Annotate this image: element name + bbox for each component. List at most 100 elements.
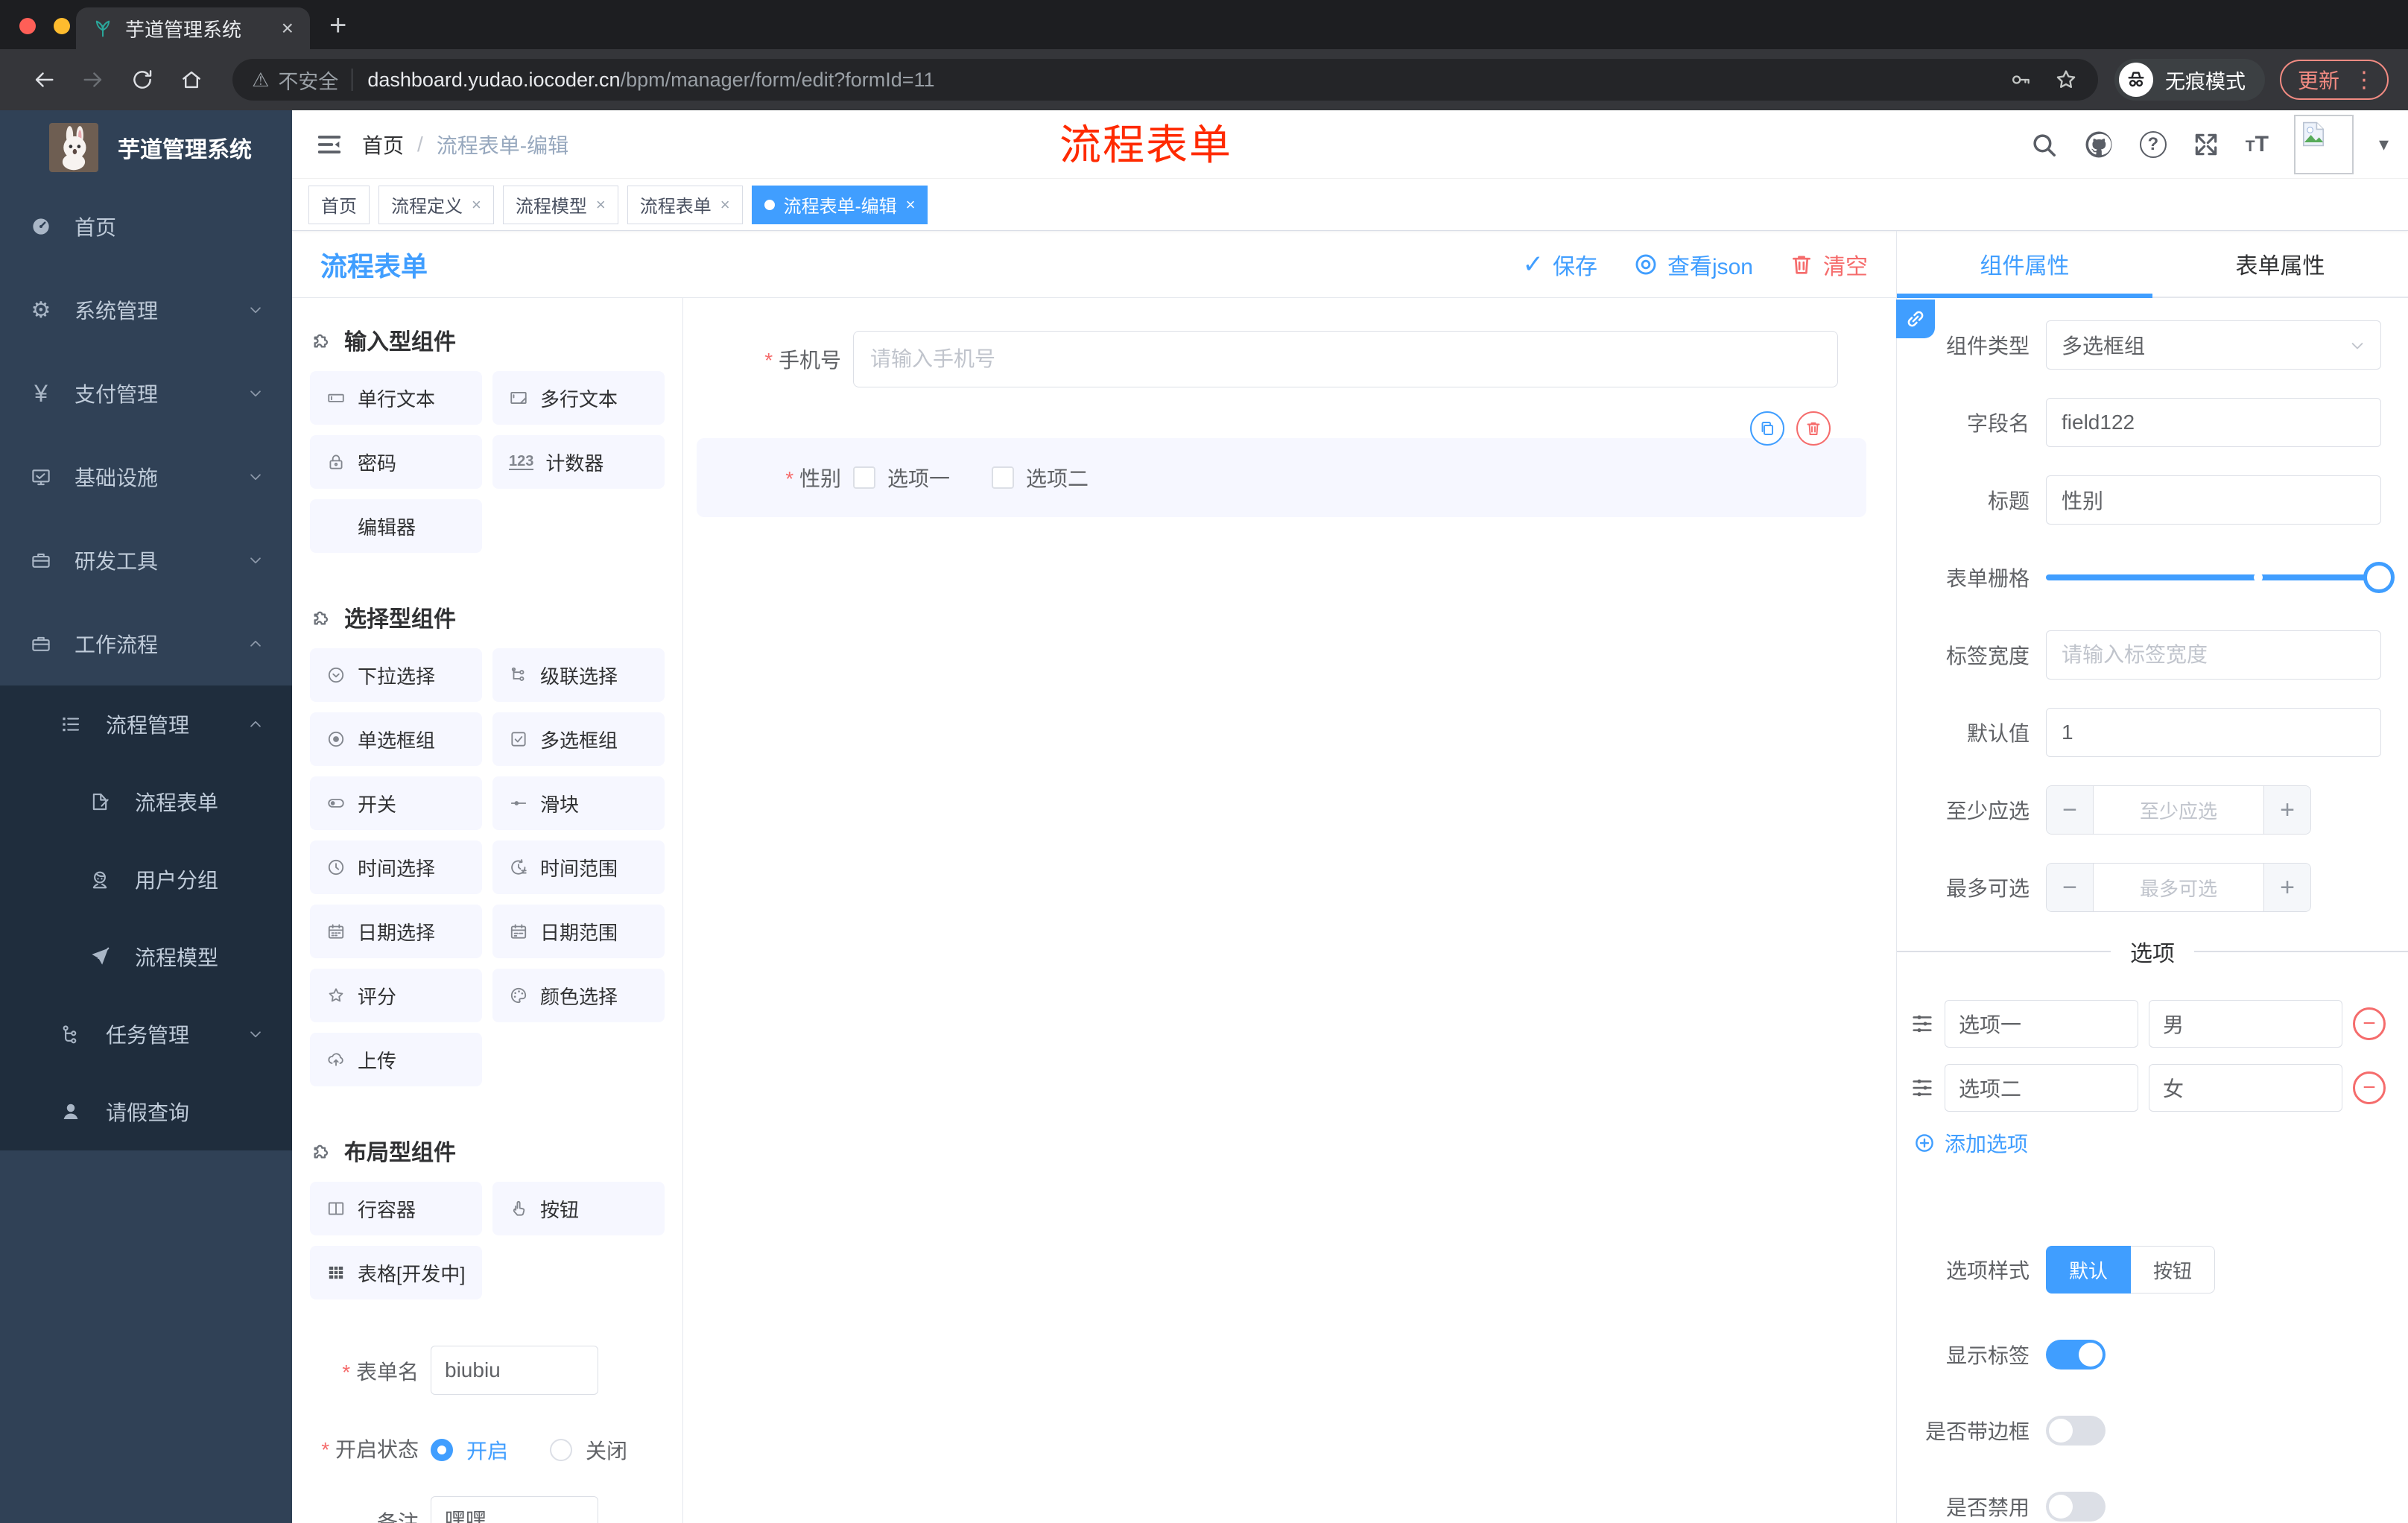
security-label[interactable]: 不安全 [278,66,338,95]
palette-item-password[interactable]: 密码 [310,435,482,489]
duplicate-component-button[interactable] [1750,411,1784,446]
field-name-input[interactable] [2046,398,2381,447]
avatar[interactable] [2293,114,2354,174]
breadcrumb-home[interactable]: 首页 [362,130,404,159]
remove-option-button[interactable]: − [2353,1071,2386,1104]
stepper-minus-button[interactable]: − [2047,786,2093,834]
palette-item-switch[interactable]: 开关 [310,776,482,830]
sidebar-item-system[interactable]: ⚙ 系统管理 [0,268,292,352]
reload-icon[interactable] [130,67,155,92]
sidebar-item-process-model[interactable]: 流程模型 [0,918,292,995]
option-1-label-input[interactable] [1945,1000,2138,1048]
style-button-button[interactable]: 按钮 [2131,1246,2216,1294]
title-input[interactable] [2046,475,2381,525]
sidebar-item-task-mgmt[interactable]: 任务管理 [0,995,292,1073]
view-json-button[interactable]: 查看json [1633,248,1753,281]
sidebar-item-workflow[interactable]: 工作流程 [0,602,292,685]
palette-item-date-picker[interactable]: 日期选择 [310,905,482,958]
palette-item-row-container[interactable]: 行容器 [310,1182,482,1235]
tag-close-icon[interactable]: × [906,195,916,215]
link-badge[interactable] [1896,300,1935,338]
clear-button[interactable]: 清空 [1789,248,1868,281]
palette-item-date-range[interactable]: 日期范围 [492,905,665,958]
form-grid-slider[interactable] [2046,553,2395,602]
radio-off[interactable] [550,1439,573,1461]
avatar-dropdown-caret-icon[interactable]: ▾ [2379,133,2389,156]
default-value-input[interactable] [2046,708,2381,757]
palette-item-time-range[interactable]: 时间范围 [492,840,665,894]
search-icon[interactable] [2030,130,2058,159]
bookmark-star-icon[interactable] [2053,67,2079,92]
palette-item-single-text[interactable]: 单行文本 [310,371,482,425]
stepper-value[interactable]: 至少应选 [2093,786,2264,834]
sidebar-logo[interactable]: 芋道管理系统 [0,110,292,185]
close-window-button[interactable] [19,18,36,34]
add-option-button[interactable]: 添加选项 [1913,1128,2408,1158]
home-icon[interactable] [179,67,204,92]
checkbox-option-2-label[interactable]: 选项二 [1026,463,1089,493]
sidebar-item-devtools[interactable]: 研发工具 [0,519,292,602]
drag-handle-icon[interactable] [1910,1076,1934,1100]
slider-handle[interactable] [2363,562,2395,593]
sidebar-item-user-group[interactable]: 用户分组 [0,840,292,918]
slider-track[interactable] [2046,562,2395,593]
option-1-value-input[interactable] [2149,1000,2342,1048]
sidebar-item-process-form[interactable]: 流程表单 [0,763,292,840]
help-icon[interactable]: ? [2139,130,2167,158]
sidebar-item-leave-query[interactable]: 请假查询 [0,1073,292,1150]
style-default-button[interactable]: 默认 [2046,1246,2132,1294]
sidebar-item-payment[interactable]: ¥ 支付管理 [0,352,292,435]
tag-close-icon[interactable]: × [472,195,481,215]
tag-close-icon[interactable]: × [596,195,606,215]
radio-off-label[interactable]: 关闭 [586,1435,627,1465]
checkbox-option-1[interactable] [853,466,875,489]
stepper-minus-button[interactable]: − [2047,864,2093,911]
browser-menu-icon[interactable]: ⋮ [2353,67,2375,93]
palette-item-rate[interactable]: 评分 [310,969,482,1022]
tab-component-props[interactable]: 组件属性 [1897,231,2152,298]
disabled-toggle[interactable] [2046,1492,2106,1522]
option-2-value-input[interactable] [2149,1064,2342,1112]
palette-item-button[interactable]: 按钮 [492,1182,665,1235]
tab-close-icon[interactable]: × [282,16,294,40]
palette-item-multi-text[interactable]: 多行文本 [492,371,665,425]
sidebar-item-home[interactable]: 首页 [0,185,292,268]
palette-item-editor[interactable]: 编辑器 [310,499,482,553]
palette-item-cascader[interactable]: 级联选择 [492,648,665,702]
sidebar-item-infra[interactable]: 基础设施 [0,435,292,519]
component-type-select[interactable] [2046,320,2381,370]
tag-process-model[interactable]: 流程模型 × [502,185,618,224]
checkbox-option-2[interactable] [992,466,1015,489]
palette-item-table[interactable]: 表格[开发中] [310,1246,482,1299]
palette-item-slider[interactable]: 滑块 [492,776,665,830]
stepper-plus-button[interactable]: + [2264,786,2310,834]
delete-component-button[interactable] [1796,411,1831,446]
tag-process-definition[interactable]: 流程定义 × [378,185,494,224]
tag-process-form-edit[interactable]: 流程表单-编辑 × [751,185,928,224]
browser-tab[interactable]: 芋道管理系统 × [76,7,310,49]
stepper-plus-button[interactable]: + [2264,864,2310,911]
stepper-value[interactable]: 最多可选 [2093,864,2264,911]
palette-item-time-picker[interactable]: 时间选择 [310,840,482,894]
label-width-input[interactable] [2046,630,2381,680]
checkbox-option-1-label[interactable]: 选项一 [887,463,950,493]
remove-option-button[interactable]: − [2353,1007,2386,1040]
tab-form-props[interactable]: 表单属性 [2152,231,2408,297]
palette-item-counter[interactable]: 123 计数器 [492,435,665,489]
address-bar[interactable]: ⚠ 不安全 dashboard.yudao.iocoder.cn /bpm/ma… [232,59,2098,101]
option-2-label-input[interactable] [1945,1064,2138,1112]
form-remark-textarea[interactable]: 嘿嘿 [431,1496,598,1523]
tag-home[interactable]: 首页 [308,185,370,224]
form-name-input[interactable] [431,1346,598,1395]
palette-item-radio-group[interactable]: 单选框组 [310,712,482,766]
drag-handle-icon[interactable] [1910,1012,1934,1036]
save-button[interactable]: ✓ 保存 [1522,248,1597,281]
new-tab-button[interactable]: + [329,9,346,42]
radio-on[interactable] [431,1439,453,1461]
fullscreen-icon[interactable] [2192,130,2220,159]
palette-item-select[interactable]: 下拉选择 [310,648,482,702]
tag-close-icon[interactable]: × [720,195,730,215]
with-border-toggle[interactable] [2046,1416,2106,1446]
font-size-icon[interactable]: TT [2246,132,2269,157]
back-icon[interactable] [31,67,57,92]
